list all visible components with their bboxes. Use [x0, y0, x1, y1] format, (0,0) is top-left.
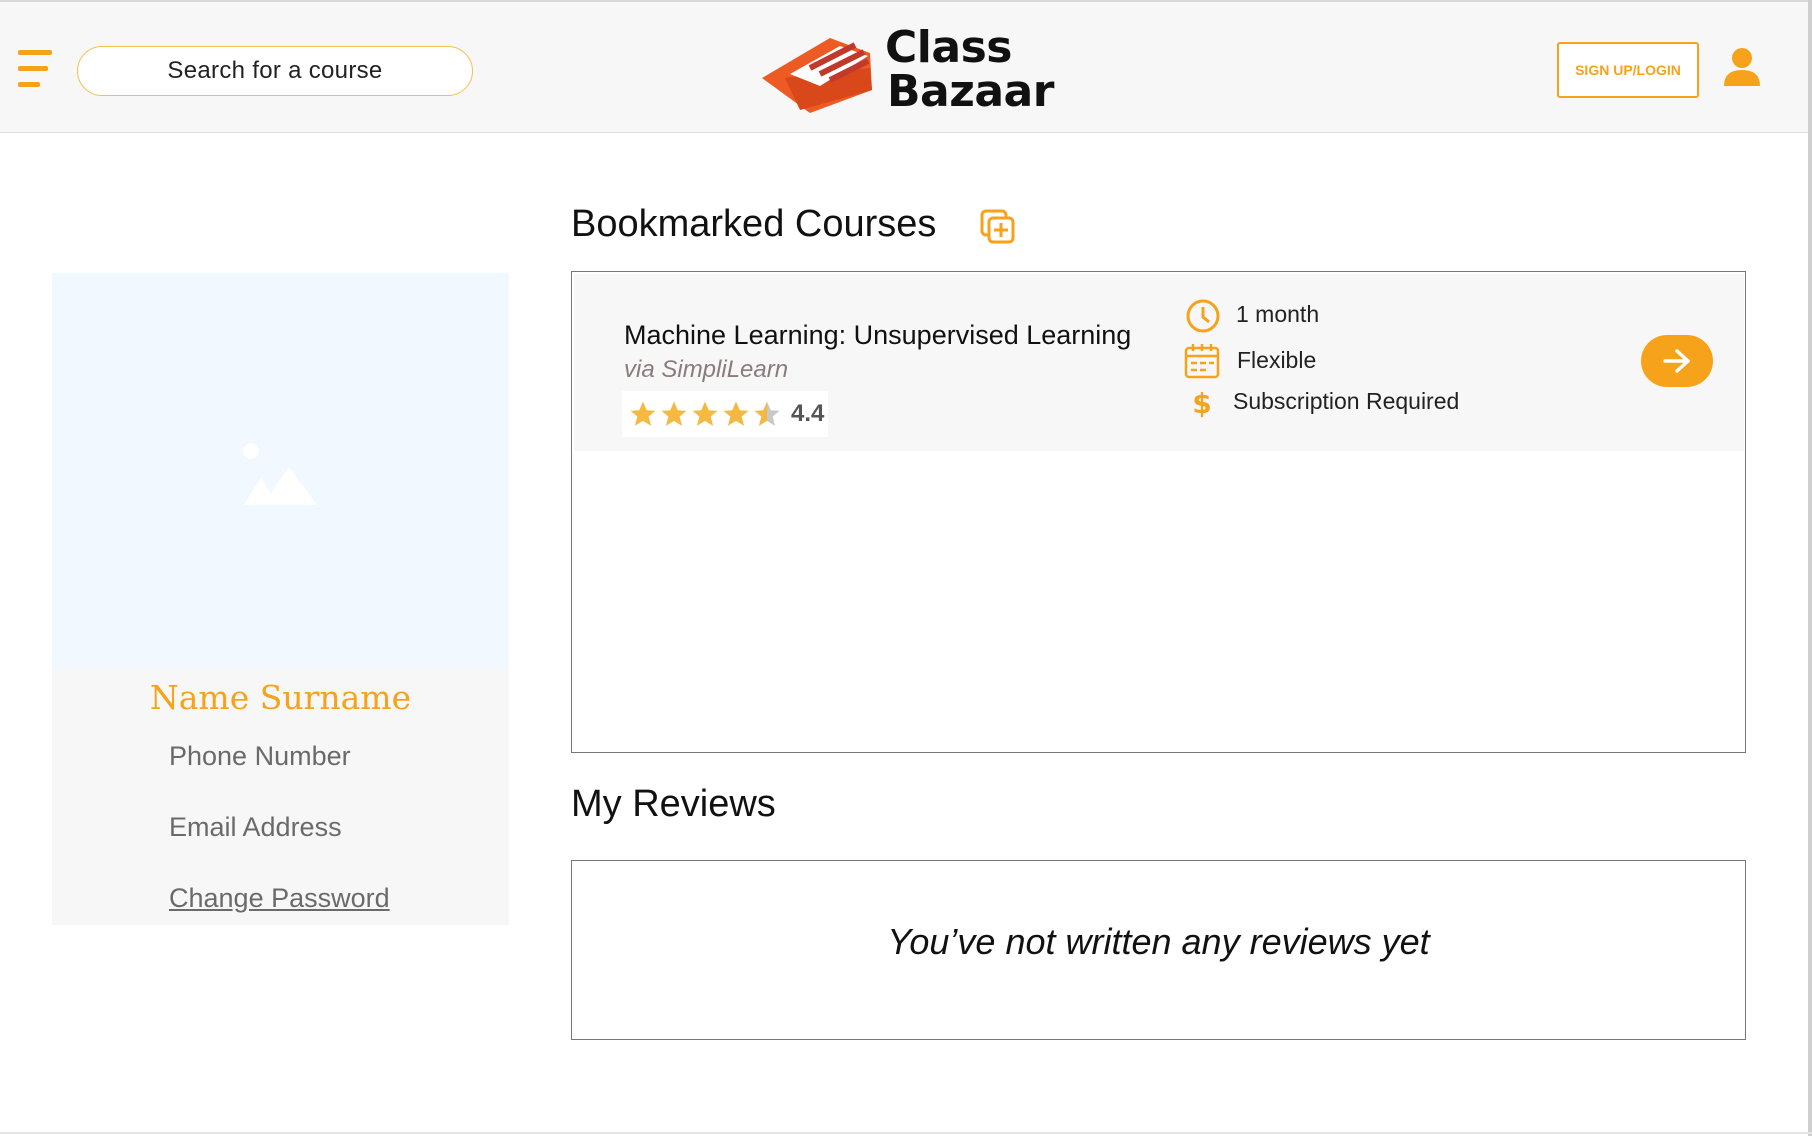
change-password-link[interactable]: Change Password — [169, 883, 390, 914]
star-full-icon — [661, 401, 687, 426]
top-navbar: Search for a course Class Bazaar SIGN UP… — [0, 0, 1808, 133]
clock-icon — [1186, 299, 1220, 333]
course-card[interactable]: Machine Learning: Unsupervised Learning … — [574, 274, 1744, 451]
star-full-icon — [692, 401, 718, 426]
star-half-icon — [754, 401, 780, 426]
signup-login-button[interactable]: SIGN UP/LOGIN — [1557, 42, 1699, 98]
user-profile-icon[interactable] — [1722, 46, 1762, 88]
bookmarked-courses-heading: Bookmarked Courses — [571, 203, 937, 245]
phone-number-field: Phone Number — [169, 741, 351, 771]
profile-card: Name Surname Phone Number Email Address … — [52, 273, 509, 925]
course-duration: 1 month — [1236, 301, 1320, 327]
calendar-icon — [1184, 344, 1220, 379]
search-placeholder: Search for a course — [167, 57, 383, 84]
course-provider: via SimpliLearn — [624, 356, 789, 383]
no-reviews-message: You’ve not written any reviews yet — [887, 921, 1430, 962]
email-address-field: Email Address — [169, 812, 342, 842]
rating-value: 4.4 — [791, 400, 825, 427]
logo-wordmark[interactable]: Class Bazaar — [885, 26, 1054, 114]
add-bookmark-icon[interactable] — [980, 209, 1016, 245]
profile-name: Name Surname — [149, 678, 412, 717]
dollar-icon: $ — [1192, 387, 1211, 419]
bookmarked-courses-list: Machine Learning: Unsupervised Learning … — [571, 271, 1746, 753]
page-bottom-divider — [0, 1132, 1812, 1134]
search-input[interactable]: Search for a course — [77, 46, 473, 96]
star-full-icon — [630, 401, 656, 426]
reviews-list: You’ve not written any reviews yet — [571, 860, 1746, 1040]
course-price: Subscription Required — [1233, 388, 1460, 414]
hamburger-menu-icon[interactable] — [18, 50, 56, 90]
course-rating: 4.4 — [622, 391, 828, 437]
star-full-icon — [723, 401, 749, 426]
svg-text:$: $ — [1192, 387, 1211, 419]
image-placeholder-icon — [243, 443, 317, 505]
open-course-button[interactable] — [1641, 335, 1713, 387]
arrow-right-icon — [1663, 349, 1690, 373]
course-schedule: Flexible — [1237, 347, 1317, 373]
profile-photo-placeholder[interactable] — [52, 273, 509, 669]
my-reviews-heading: My Reviews — [571, 783, 776, 825]
course-title[interactable]: Machine Learning: Unsupervised Learning — [624, 320, 1131, 351]
window-edge — [1808, 0, 1812, 1136]
